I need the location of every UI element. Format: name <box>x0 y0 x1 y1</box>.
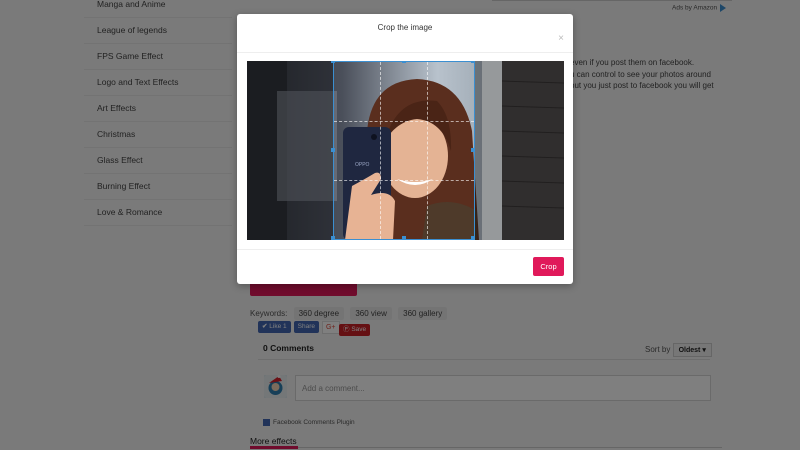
dialog-divider <box>237 249 573 250</box>
crop-handle[interactable] <box>471 148 475 152</box>
crop-guide <box>380 62 381 239</box>
crop-handle[interactable] <box>331 236 335 240</box>
crop-guide <box>427 62 428 239</box>
crop-handle[interactable] <box>331 148 335 152</box>
close-icon[interactable]: × <box>558 33 564 44</box>
crop-button[interactable]: Crop <box>533 257 564 276</box>
crop-guide <box>334 121 474 122</box>
crop-selection-box[interactable] <box>331 61 475 240</box>
crop-handle[interactable] <box>331 61 335 63</box>
crop-handle[interactable] <box>471 61 475 63</box>
crop-handle[interactable] <box>402 61 406 63</box>
crop-handle[interactable] <box>471 236 475 240</box>
crop-dialog: Crop the image × OPPO Crop <box>237 14 573 284</box>
dialog-divider <box>237 52 573 53</box>
crop-mask-right <box>475 61 564 240</box>
crop-mask-left <box>247 61 333 240</box>
crop-handle[interactable] <box>402 236 406 240</box>
crop-canvas[interactable]: OPPO <box>247 61 564 240</box>
crop-guide <box>334 180 474 181</box>
dialog-title: Crop the image <box>377 23 433 32</box>
